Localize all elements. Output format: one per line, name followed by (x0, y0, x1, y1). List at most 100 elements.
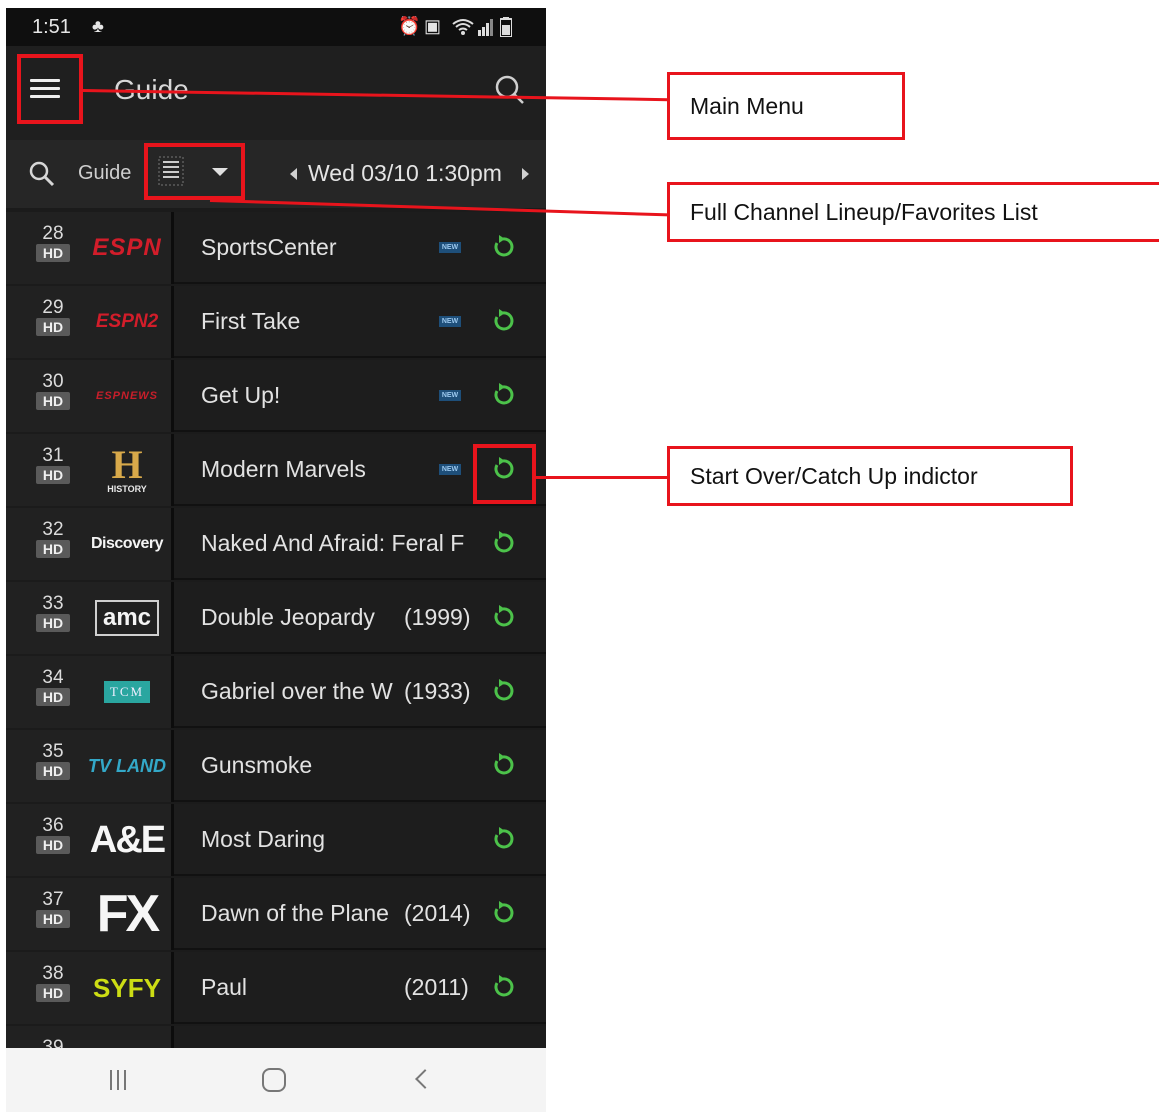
logo-text: FX (96, 885, 160, 943)
channel-cell[interactable]: 30 HD ESPNEWS (6, 360, 174, 432)
channel-list: 28 HD ESPN SportsCenter NEW 29 HD ESPN2 … (6, 212, 546, 1048)
back-icon[interactable] (415, 1069, 435, 1089)
logo-text: ESPN (92, 234, 162, 261)
battery-icon (500, 17, 512, 37)
logo-text: Discovery (91, 535, 164, 552)
hd-badge: HD (36, 762, 70, 780)
logo-text: TV LAND (88, 755, 166, 776)
new-badge: NEW (439, 464, 461, 475)
guide-date-time[interactable]: Wed 03/10 1:30pm (308, 160, 502, 187)
hd-badge: HD (36, 318, 70, 336)
tvland-logo: TV LAND (88, 740, 166, 792)
program-year: (2011) (398, 974, 469, 1001)
program-title[interactable]: Get Up! (201, 382, 471, 409)
wifi-icon (452, 19, 474, 35)
guide-toolbar: Guide Wed 03/10 1:30pm (6, 140, 546, 208)
channel-number: 32 (42, 519, 64, 540)
channel-cell[interactable]: 31 HD H HISTORY (6, 434, 174, 506)
channel-cell[interactable]: 28 HD ESPN (6, 212, 174, 284)
channel-row[interactable]: 39 (6, 1026, 546, 1048)
channel-cell[interactable]: 34 HD TCM (6, 656, 174, 728)
channel-number: 29 (42, 297, 64, 318)
previous-time-arrow-icon[interactable] (290, 168, 297, 180)
main-menu-callout-text: Main Menu (690, 92, 804, 119)
signal-icon (478, 19, 493, 36)
start-over-icon[interactable] (490, 974, 516, 1000)
tcm-logo: TCM (88, 666, 166, 718)
channel-number: 30 (42, 371, 64, 392)
program-title[interactable]: Gunsmoke (201, 752, 471, 779)
program-title[interactable]: SportsCenter (201, 234, 471, 261)
lineup-highlight (144, 143, 245, 200)
hd-badge: HD (36, 540, 70, 558)
start-over-icon[interactable] (490, 604, 516, 630)
start-over-icon[interactable] (490, 308, 516, 334)
start-over-icon[interactable] (490, 752, 516, 778)
next-time-arrow-icon[interactable] (522, 168, 529, 180)
channel-row[interactable]: 34 HD TCM Gabriel over the W (1933) (6, 656, 546, 728)
lock-icon: ▣ (424, 16, 442, 36)
amc-logo: amc (88, 592, 166, 644)
channel-cell[interactable]: 36 HD A&E (6, 804, 174, 876)
channel-cell[interactable]: 32 HD Discovery (6, 508, 174, 580)
program-title[interactable]: First Take (201, 308, 471, 335)
program-year: (2014) (398, 900, 471, 927)
channel-number: 38 (42, 963, 64, 984)
notification-icon: ♣ (92, 16, 104, 36)
search-icon[interactable] (490, 70, 530, 110)
start-over-icon[interactable] (490, 826, 516, 852)
channel-cell[interactable]: 38 HD SYFY (6, 952, 174, 1024)
discovery-logo: Discovery (88, 518, 166, 570)
program-title[interactable]: Modern Marvels (201, 456, 471, 483)
espn2-logo: ESPN2 (88, 296, 166, 348)
recents-icon[interactable] (110, 1070, 131, 1095)
program-title[interactable]: Most Daring (201, 826, 471, 853)
channel-cell[interactable]: 33 HD amc (6, 582, 174, 654)
channel-row[interactable]: 37 HD FX Dawn of the Plane (2014) (6, 878, 546, 950)
channel-number: 28 (42, 223, 64, 244)
start-over-icon[interactable] (490, 530, 516, 556)
channel-number: 39 (42, 1037, 64, 1048)
channel-number: 31 (42, 445, 64, 466)
new-badge: NEW (439, 390, 461, 401)
hd-badge: HD (36, 466, 70, 484)
hd-badge: HD (36, 836, 70, 854)
hd-badge: HD (36, 244, 70, 262)
program-year: (1933) (398, 678, 471, 705)
hd-badge: HD (36, 984, 70, 1002)
status-bar: 1:51 ♣ ⏰ ▣ (6, 8, 546, 46)
channel-row[interactable]: 31 HD H HISTORY Modern Marvels NEW (6, 434, 546, 506)
channel-number: 37 (42, 889, 64, 910)
start-over-icon[interactable] (490, 678, 516, 704)
start-over-icon[interactable] (490, 382, 516, 408)
logo-text: TCM (103, 681, 151, 703)
channel-number: 34 (42, 667, 64, 688)
program-title[interactable]: Naked And Afraid: Feral F (201, 530, 471, 557)
fx-logo: FX (88, 885, 166, 943)
channel-cell[interactable]: 37 HD FX (6, 878, 174, 950)
channel-row[interactable]: 28 HD ESPN SportsCenter NEW (6, 212, 546, 284)
program-year: (1999) (398, 604, 471, 631)
guide-search-icon[interactable] (26, 158, 58, 190)
channel-row[interactable]: 30 HD ESPNEWS Get Up! NEW (6, 360, 546, 432)
history-logo: H HISTORY (88, 444, 166, 496)
channel-row[interactable]: 29 HD ESPN2 First Take NEW (6, 286, 546, 358)
channel-cell[interactable]: 35 HD TV LAND (6, 730, 174, 802)
channel-cell[interactable]: 29 HD ESPN2 (6, 286, 174, 358)
start-over-icon[interactable] (490, 900, 516, 926)
start-over-icon[interactable] (490, 234, 516, 260)
home-icon[interactable] (262, 1068, 286, 1092)
logo-text: A&E (89, 818, 166, 861)
system-nav-bar (6, 1048, 546, 1112)
channel-number: 35 (42, 741, 64, 762)
lineup-callout-text: Full Channel Lineup/Favorites List (690, 198, 1038, 225)
espn-logo: ESPN (88, 222, 166, 274)
channel-row[interactable]: 32 HD Discovery Naked And Afraid: Feral … (6, 508, 546, 580)
logo-text: ESPNEWS (95, 390, 158, 402)
channel-row[interactable]: 35 HD TV LAND Gunsmoke (6, 730, 546, 802)
channel-row[interactable]: 38 HD SYFY Paul (2011) (6, 952, 546, 1024)
channel-row[interactable]: 36 HD A&E Most Daring (6, 804, 546, 876)
logo-text: amc (94, 600, 160, 636)
channel-row[interactable]: 33 HD amc Double Jeopardy (1999) (6, 582, 546, 654)
channel-cell[interactable]: 39 (6, 1026, 174, 1048)
